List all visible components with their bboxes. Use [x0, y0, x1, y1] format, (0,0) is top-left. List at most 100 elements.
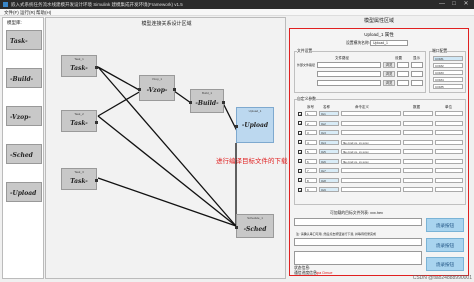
- param-index[interactable]: 4: [305, 139, 317, 145]
- param-command[interactable]: [341, 168, 401, 173]
- param-name[interactable]: 0x5: [319, 149, 339, 154]
- file-set-field-1[interactable]: [397, 62, 409, 68]
- file-show-field-3[interactable]: [411, 80, 423, 86]
- browse-button-2[interactable]: 浏览: [383, 71, 395, 77]
- param-index[interactable]: 8: [305, 177, 317, 183]
- param-unit[interactable]: [435, 187, 463, 192]
- param-unit[interactable]: [435, 149, 463, 154]
- menu-run[interactable]: 运行(R): [20, 9, 35, 16]
- burn-button-3[interactable]: 烧录按钮: [426, 257, 464, 271]
- file-path-input-3[interactable]: [317, 80, 381, 86]
- param-data[interactable]: [403, 111, 433, 116]
- param-index[interactable]: 7: [305, 168, 317, 173]
- palette-block-task[interactable]: Task-: [6, 30, 42, 50]
- param-command[interactable]: [341, 111, 401, 116]
- file-path-input-2[interactable]: [317, 71, 381, 77]
- burn-button-2[interactable]: 烧录按钮: [426, 238, 464, 252]
- node-upload-1[interactable]: Upload_1 -Upload: [235, 107, 274, 143]
- param-checkbox[interactable]: ✓: [298, 149, 302, 154]
- param-data[interactable]: [403, 120, 433, 126]
- param-command[interactable]: [341, 120, 401, 126]
- node-task-3[interactable]: Task_3 Task-: [61, 168, 98, 190]
- file-show-field-2[interactable]: [411, 71, 423, 77]
- input-port[interactable]: [235, 226, 238, 229]
- param-command[interactable]: [341, 177, 401, 183]
- param-data[interactable]: [403, 177, 433, 183]
- file-set-field-3[interactable]: [397, 80, 409, 86]
- param-checkbox[interactable]: ✓: [298, 121, 302, 126]
- param-index[interactable]: 6: [305, 158, 317, 164]
- port-option-2[interactable]: COM2: [433, 63, 463, 68]
- param-data[interactable]: [403, 149, 433, 154]
- param-data[interactable]: [403, 130, 433, 135]
- close-button[interactable]: ✕: [460, 0, 472, 9]
- param-index[interactable]: 3: [305, 130, 317, 135]
- param-data[interactable]: [403, 168, 433, 173]
- file-show-field-1[interactable]: [411, 62, 423, 68]
- menu-file[interactable]: 文件(F): [4, 9, 19, 16]
- param-unit[interactable]: [435, 130, 463, 135]
- param-data[interactable]: [403, 187, 433, 192]
- param-index[interactable]: 1: [305, 111, 317, 116]
- target-file-list[interactable]: [294, 218, 422, 226]
- output-port[interactable]: [173, 88, 176, 91]
- param-unit[interactable]: [435, 158, 463, 164]
- node-task-2[interactable]: Task_2 Task-: [61, 110, 98, 132]
- input-port[interactable]: [189, 101, 192, 104]
- node-build-1[interactable]: Build_1 -Build-: [189, 89, 225, 113]
- param-unit[interactable]: [435, 120, 463, 126]
- file-path-input-1[interactable]: [317, 62, 381, 68]
- param-index[interactable]: 9: [305, 187, 317, 192]
- param-name[interactable]: 0x7: [319, 168, 339, 173]
- param-name[interactable]: 0x3: [319, 130, 339, 135]
- port-option-3[interactable]: COM3: [433, 70, 463, 75]
- param-name[interactable]: 0x8: [319, 177, 339, 183]
- param-command[interactable]: file cmd xx. xx.xxxx: [341, 158, 401, 164]
- param-checkbox[interactable]: ✓: [298, 159, 302, 164]
- file-set-field-2[interactable]: [397, 71, 409, 77]
- design-canvas[interactable]: 模型连接关系设计区域 Task_1 Task- Task_2 Task- Tas…: [45, 17, 288, 279]
- param-checkbox[interactable]: ✓: [298, 187, 302, 192]
- menu-help[interactable]: 帮助(H): [36, 9, 51, 16]
- browse-button-1[interactable]: 浏览: [383, 62, 395, 68]
- param-name[interactable]: 0x6: [319, 158, 339, 164]
- log-output[interactable]: [294, 251, 422, 265]
- param-name[interactable]: 0x4: [319, 139, 339, 145]
- param-checkbox[interactable]: ✓: [298, 130, 302, 135]
- port-option-4[interactable]: COM4: [433, 77, 463, 82]
- node-vzop-1[interactable]: Vzop_1 -Vzop-: [138, 75, 176, 101]
- node-task-1[interactable]: Task_1 Task-: [61, 55, 98, 77]
- param-name[interactable]: 0x1: [319, 111, 339, 116]
- input-port[interactable]: [235, 125, 238, 128]
- param-unit[interactable]: [435, 111, 463, 116]
- input-port[interactable]: [138, 88, 141, 91]
- maximize-button[interactable]: □: [448, 0, 460, 9]
- output-port[interactable]: [95, 66, 98, 69]
- palette-block-sched[interactable]: -Sched: [6, 144, 42, 164]
- param-unit[interactable]: [435, 177, 463, 183]
- burn-button-1[interactable]: 烧录按钮: [426, 218, 464, 232]
- param-unit[interactable]: [435, 139, 463, 145]
- port-option-5[interactable]: COM5: [433, 84, 463, 89]
- param-unit[interactable]: [435, 168, 463, 173]
- param-name[interactable]: 0x9: [319, 187, 339, 192]
- param-name[interactable]: 0x2: [319, 120, 339, 126]
- param-data[interactable]: [403, 158, 433, 164]
- param-data[interactable]: [403, 139, 433, 145]
- hint-field[interactable]: [294, 238, 422, 246]
- output-port[interactable]: [222, 101, 225, 104]
- param-command[interactable]: file cmd xx. xx.xxxx: [341, 149, 401, 154]
- palette-block-vzop[interactable]: -Vzop-: [6, 106, 42, 126]
- param-index[interactable]: 5: [305, 149, 317, 154]
- output-port[interactable]: [95, 121, 98, 124]
- minimize-button[interactable]: —: [436, 0, 448, 9]
- output-port[interactable]: [95, 179, 98, 182]
- palette-block-build[interactable]: -Build-: [6, 68, 42, 88]
- node-schedule-1[interactable]: Schedule_1 -Sched: [235, 214, 274, 238]
- param-checkbox[interactable]: ✓: [298, 140, 302, 145]
- param-checkbox[interactable]: ✓: [298, 178, 302, 183]
- palette-block-upload[interactable]: -Upload: [6, 182, 42, 202]
- param-command[interactable]: file cmd xx. xx.xxxx: [341, 139, 401, 145]
- param-index[interactable]: 2: [305, 120, 317, 126]
- module-name-input[interactable]: Upload_1: [370, 40, 408, 46]
